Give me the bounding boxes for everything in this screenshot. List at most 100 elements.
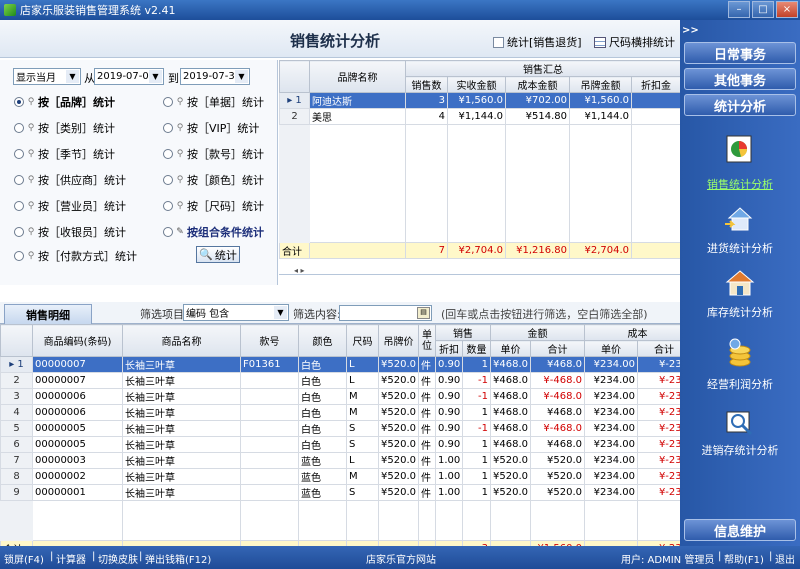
maximize-button[interactable]: □ bbox=[752, 1, 774, 18]
cell-cost-price[interactable]: ¥234.00 bbox=[584, 388, 638, 405]
radio-dot[interactable] bbox=[14, 149, 24, 159]
cell-qty[interactable]: 1 bbox=[462, 484, 491, 501]
dropdown-arrow-icon[interactable]: ▼ bbox=[66, 70, 79, 83]
cell-total[interactable]: ¥-468.0 bbox=[530, 388, 585, 405]
cell-color[interactable]: 白色 bbox=[298, 436, 347, 453]
cell-cost-price[interactable]: ¥234.00 bbox=[584, 372, 638, 389]
scroll-arrows[interactable]: ◂ ▸ bbox=[294, 266, 305, 275]
cell-price[interactable]: ¥520.0 bbox=[490, 468, 531, 485]
cell-code[interactable]: 00000007 bbox=[32, 356, 123, 373]
table-row[interactable]: 7 00000003 长袖三叶草 蓝色 L ¥520.0 件 1.00 1 ¥520.0 ¥520.… bbox=[0, 452, 680, 469]
cell-discount[interactable]: 0.90 bbox=[435, 420, 463, 437]
cell-qty[interactable]: 1 bbox=[462, 468, 491, 485]
cell-color[interactable]: 白色 bbox=[298, 420, 347, 437]
cell-code[interactable]: 00000005 bbox=[32, 420, 123, 437]
cell-tag[interactable]: ¥1,560.0 bbox=[569, 92, 632, 109]
close-button[interactable]: × bbox=[776, 1, 798, 18]
col-cost-total[interactable]: 合计 bbox=[637, 340, 680, 357]
cell-color[interactable]: 蓝色 bbox=[298, 484, 347, 501]
col-discount[interactable]: 折扣金 bbox=[630, 76, 680, 93]
stat-payment-radio[interactable]: ⚲ 按［付款方式］统计 bbox=[14, 248, 137, 264]
filter-go-icon[interactable]: ▤ bbox=[417, 307, 430, 319]
pie-chart-icon[interactable] bbox=[723, 132, 757, 166]
col-unit[interactable]: 单位 bbox=[418, 324, 436, 357]
radio-dot[interactable] bbox=[163, 201, 173, 211]
nav-other-button[interactable]: 其他事务 bbox=[684, 68, 796, 90]
nav-sales-analysis[interactable]: 销售统计分析 bbox=[680, 176, 800, 192]
lock-screen-link[interactable]: 锁屏(F4) bbox=[4, 551, 44, 566]
cell-color[interactable]: 白色 bbox=[298, 372, 347, 389]
radio-dot[interactable] bbox=[14, 97, 24, 107]
cell-tag-price[interactable]: ¥520.0 bbox=[378, 484, 419, 501]
cell-name[interactable]: 长袖三叶草 bbox=[122, 356, 241, 373]
cell-style[interactable] bbox=[240, 372, 299, 389]
minimize-button[interactable]: – bbox=[728, 1, 750, 18]
cell-qty[interactable]: 1 bbox=[462, 436, 491, 453]
return-stat-checkbox[interactable]: 统计[销售退货] bbox=[493, 34, 582, 50]
radio-dot[interactable] bbox=[163, 227, 173, 237]
house-in-icon[interactable] bbox=[723, 202, 757, 236]
cell-name[interactable]: 长袖三叶草 bbox=[122, 420, 241, 437]
cell-cost-total[interactable]: ¥-234 bbox=[637, 388, 680, 405]
stat-supplier-radio[interactable]: ⚲ 按［供应商］统计 bbox=[14, 172, 126, 188]
period-select[interactable]: 显示当月 ▼ bbox=[13, 68, 81, 85]
radio-dot[interactable] bbox=[163, 149, 173, 159]
cell-qty[interactable]: 4 bbox=[405, 108, 448, 125]
table-row[interactable]: 2 00000007 长袖三叶草 白色 L ¥520.0 件 0.90 -1 ¥468.0 ¥-46… bbox=[0, 372, 680, 389]
stat-category-radio[interactable]: ⚲ 按［类别］统计 bbox=[14, 120, 115, 136]
cell-total[interactable]: ¥468.0 bbox=[530, 356, 585, 373]
stat-style-radio[interactable]: ⚲ 按［款号］统计 bbox=[163, 146, 264, 162]
cell-total[interactable]: ¥468.0 bbox=[530, 436, 585, 453]
collapse-toggle[interactable]: >> bbox=[682, 25, 699, 36]
size-grid-option[interactable]: 尺码横排统计 bbox=[594, 34, 675, 50]
cell-name[interactable]: 长袖三叶草 bbox=[122, 452, 241, 469]
cell-size[interactable]: M bbox=[346, 404, 379, 421]
cell-name[interactable]: 长袖三叶草 bbox=[122, 372, 241, 389]
stat-salesperson-radio[interactable]: ⚲ 按［营业员］统计 bbox=[14, 198, 126, 214]
cell-name[interactable]: 长袖三叶草 bbox=[122, 436, 241, 453]
col-style[interactable]: 款号 bbox=[240, 324, 299, 357]
run-stat-button[interactable]: 🔍 统计 bbox=[196, 246, 240, 263]
col-qty[interactable]: 数量 bbox=[462, 340, 491, 357]
nav-purchase-analysis[interactable]: 进货统计分析 bbox=[680, 240, 800, 256]
radio-dot[interactable] bbox=[163, 175, 173, 185]
col-subtotal[interactable]: 合计 bbox=[530, 340, 585, 357]
cell-cost[interactable]: ¥514.80 bbox=[505, 108, 570, 125]
cell-size[interactable]: S bbox=[346, 420, 379, 437]
cell-discount[interactable] bbox=[630, 92, 680, 109]
col-qty[interactable]: 销售数 bbox=[405, 76, 448, 93]
cell-cost-total[interactable]: ¥-234 bbox=[637, 404, 680, 421]
cell-unit[interactable]: 件 bbox=[418, 484, 436, 501]
cell-price[interactable]: ¥520.0 bbox=[490, 484, 531, 501]
cell-cost-total[interactable]: ¥-234 bbox=[637, 452, 680, 469]
cell-brand[interactable]: 美思 bbox=[309, 108, 406, 125]
col-name[interactable]: 商品名称 bbox=[122, 324, 241, 357]
cell-discount[interactable]: 0.90 bbox=[435, 404, 463, 421]
cell-price[interactable]: ¥468.0 bbox=[490, 404, 531, 421]
radio-dot[interactable] bbox=[14, 201, 24, 211]
cell-size[interactable]: S bbox=[346, 484, 379, 501]
col-cost-price[interactable]: 单价 bbox=[584, 340, 638, 357]
cell-name[interactable]: 长袖三叶草 bbox=[122, 388, 241, 405]
radio-dot[interactable] bbox=[14, 251, 24, 261]
cell-size[interactable]: S bbox=[346, 436, 379, 453]
col-brand[interactable]: 品牌名称 bbox=[309, 60, 406, 93]
cell-cost-total[interactable]: ¥-234 bbox=[637, 468, 680, 485]
cell-style[interactable] bbox=[240, 420, 299, 437]
cell-cost-price[interactable]: ¥234.00 bbox=[584, 436, 638, 453]
cell-tag-price[interactable]: ¥520.0 bbox=[378, 420, 419, 437]
cell-code[interactable]: 00000001 bbox=[32, 484, 123, 501]
cell-cost-total[interactable]: ¥-234 bbox=[637, 372, 680, 389]
cell-qty[interactable]: 3 bbox=[405, 92, 448, 109]
cell-qty[interactable]: -1 bbox=[462, 420, 491, 437]
cell-unit[interactable]: 件 bbox=[418, 452, 436, 469]
cell-size[interactable]: L bbox=[346, 356, 379, 373]
cell-total[interactable]: ¥520.0 bbox=[530, 484, 585, 501]
cell-unit[interactable]: 件 bbox=[418, 388, 436, 405]
cell-style[interactable] bbox=[240, 436, 299, 453]
table-row[interactable]: 9 00000001 长袖三叶草 蓝色 S ¥520.0 件 1.00 1 ¥520.0 ¥520.… bbox=[0, 484, 680, 501]
cell-size[interactable]: L bbox=[346, 452, 379, 469]
cell-tag-price[interactable]: ¥520.0 bbox=[378, 388, 419, 405]
cell-color[interactable]: 蓝色 bbox=[298, 452, 347, 469]
cell-cost-total[interactable]: ¥-234 bbox=[637, 484, 680, 501]
